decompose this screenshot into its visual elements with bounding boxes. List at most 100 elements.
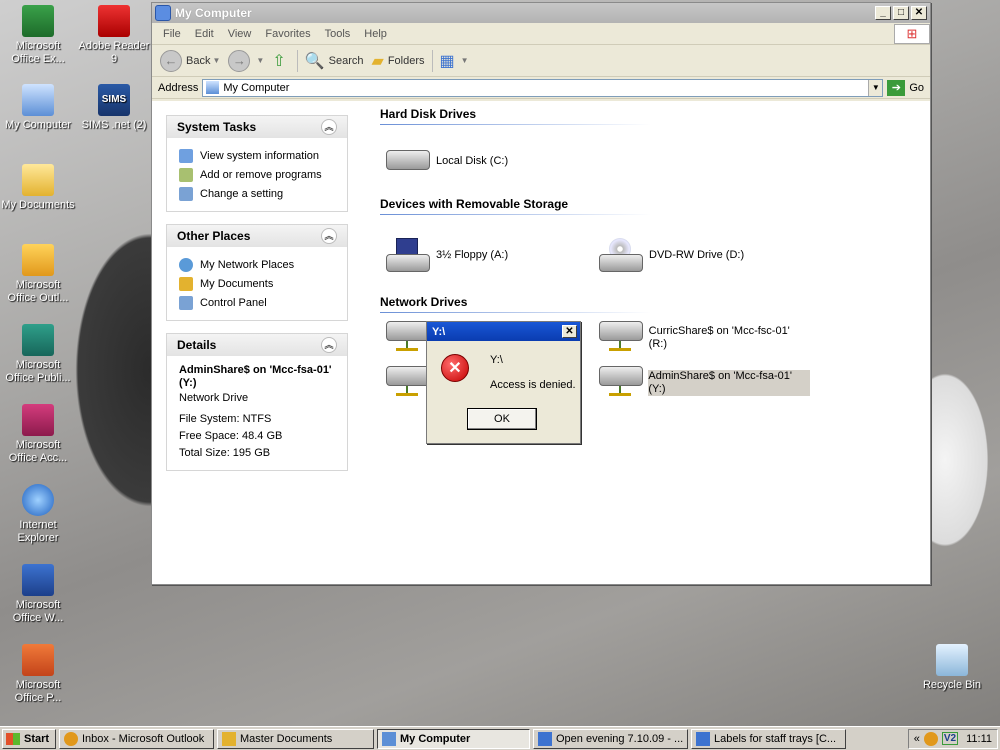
clock[interactable]: 11:11 (966, 733, 992, 745)
drive-dvd-rw-d[interactable]: DVD-RW Drive (D:) (597, 238, 810, 272)
address-dropdown-button[interactable]: ▼ (868, 79, 883, 96)
network-drive-icon (597, 366, 644, 400)
dialog-titlebar[interactable]: Y:\ ✕ (427, 322, 580, 341)
taskbar-button-label: Open evening 7.10.09 - ... (556, 732, 684, 745)
desktop-icon-label: Microsoft Office Publi... (5, 359, 71, 384)
excel-icon (22, 5, 54, 37)
word-icon (22, 564, 54, 596)
collapse-icon[interactable]: ︽ (321, 119, 337, 135)
place-label: My Documents (200, 277, 274, 290)
desktop-icon-my-computer[interactable]: My Computer (0, 84, 76, 132)
windows-flag-icon (6, 732, 20, 745)
views-button[interactable]: ▦ ▼ (436, 49, 473, 73)
drive-curricshare-r[interactable]: CurricShare$ on 'Mcc-fsc-01' (R:) (597, 321, 810, 355)
drive-floppy-a[interactable]: 3½ Floppy (A:) (384, 238, 597, 272)
windows-logo-icon: ⊞ (894, 23, 930, 44)
drive-adminshare-y[interactable]: AdminShare$ on 'Mcc-fsa-01' (Y:) (597, 366, 810, 400)
desktop-icon-powerpoint[interactable]: Microsoft Office P... (0, 644, 76, 705)
menu-tools[interactable]: Tools (318, 28, 358, 40)
task-view-system-info[interactable]: View system information (179, 146, 337, 165)
desktop-icon-excel[interactable]: Microsoft Office Ex... (0, 5, 76, 66)
task-label: Change a setting (200, 187, 284, 200)
maximize-button[interactable]: □ (893, 6, 909, 20)
drive-label: DVD-RW Drive (D:) (649, 248, 745, 261)
details-panel: Details ︽ AdminShare$ on 'Mcc-fsa-01' (Y… (166, 333, 348, 471)
taskbar: Start Inbox - Microsoft Outlook Master D… (0, 726, 1000, 750)
go-label: Go (909, 81, 924, 94)
menu-edit[interactable]: Edit (188, 28, 221, 40)
taskbar-button-labels-staff-trays[interactable]: Labels for staff trays [C... (691, 728, 846, 749)
up-folder-button[interactable]: ⇧ (268, 49, 293, 73)
close-button[interactable]: ✕ (911, 6, 927, 20)
taskbar-button-label: My Computer (400, 732, 471, 745)
desktop-icon-access[interactable]: Microsoft Office Acc... (0, 404, 76, 465)
place-control-panel[interactable]: Control Panel (179, 293, 337, 312)
window-titlebar[interactable]: My Computer _ □ ✕ (152, 3, 930, 23)
address-input[interactable]: My Computer ▼ (202, 78, 884, 97)
up-folder-icon: ⇧ (272, 52, 286, 70)
collapse-icon[interactable]: ︽ (321, 337, 337, 353)
hard-disk-drives-heading: Hard Disk Drives (380, 107, 650, 125)
tray-v2-label[interactable]: V2 (941, 732, 959, 745)
folder-icon (22, 164, 54, 196)
menu-help[interactable]: Help (357, 28, 394, 40)
floppy-drive-icon (384, 238, 432, 272)
desktop-icon-adobe-reader[interactable]: Adobe Reader 9 (76, 5, 152, 66)
other-places-panel: Other Places ︽ My Network Places My Docu… (166, 224, 348, 321)
dialog-close-button[interactable]: ✕ (562, 325, 577, 338)
search-button[interactable]: 🔍 Search (301, 49, 368, 73)
menu-file[interactable]: File (156, 28, 188, 40)
back-arrow-icon: ← (160, 49, 182, 72)
drive-local-disk-c[interactable]: Local Disk (C:) (384, 144, 597, 178)
taskbar-button-open-evening[interactable]: Open evening 7.10.09 - ... (533, 728, 688, 749)
desktop-icon-label: My Computer (4, 119, 72, 131)
chevron-down-icon: ▼ (256, 56, 265, 65)
other-places-title: Other Places (177, 229, 251, 243)
menu-view[interactable]: View (221, 28, 259, 40)
collapse-icon[interactable]: ︽ (321, 228, 337, 244)
taskbar-button-master-documents[interactable]: Master Documents (217, 728, 374, 749)
place-my-documents[interactable]: My Documents (179, 274, 337, 293)
taskbar-button-label: Master Documents (240, 732, 333, 745)
taskbar-button-outlook[interactable]: Inbox - Microsoft Outlook (59, 728, 214, 749)
system-tasks-header[interactable]: System Tasks ︽ (167, 116, 347, 138)
desktop-icon-outlook[interactable]: Microsoft Office Outl... (0, 244, 76, 305)
access-icon (22, 404, 54, 436)
desktop-icon-my-documents[interactable]: My Documents (0, 164, 76, 212)
folders-label: Folders (387, 54, 425, 67)
other-places-header[interactable]: Other Places ︽ (167, 225, 347, 247)
desktop-icon-word[interactable]: Microsoft Office W... (0, 564, 76, 625)
taskbar-button-my-computer[interactable]: My Computer (377, 728, 530, 749)
menu-bar: File Edit View Favorites Tools Help ⊞ (152, 23, 930, 45)
forward-button[interactable]: → ▼ (224, 48, 268, 74)
task-change-setting[interactable]: Change a setting (179, 184, 337, 203)
toolbar-separator (296, 49, 298, 72)
desktop-icon-internet-explorer[interactable]: Internet Explorer (0, 484, 76, 545)
tray-expand-icon[interactable]: « (914, 733, 920, 745)
desktop-icon-publisher[interactable]: Microsoft Office Publi... (0, 324, 76, 385)
menu-favorites[interactable]: Favorites (258, 28, 317, 40)
system-tasks-title: System Tasks (177, 120, 257, 134)
start-button[interactable]: Start (2, 728, 56, 749)
computer-icon (206, 81, 220, 94)
back-button[interactable]: ← Back ▼ (156, 48, 224, 74)
tray-app-icon[interactable] (923, 731, 938, 746)
desktop-icon-sims[interactable]: SIMS SIMS .net (2) (76, 84, 152, 132)
computer-icon (22, 84, 54, 116)
network-drives-heading: Network Drives (380, 295, 650, 313)
details-header[interactable]: Details ︽ (167, 334, 347, 356)
minimize-button[interactable]: _ (875, 6, 891, 20)
go-button[interactable]: ➔ Go (887, 79, 924, 96)
outlook-icon (22, 244, 54, 276)
desktop-icon-recycle-bin[interactable]: Recycle Bin (914, 644, 990, 692)
place-my-network-places[interactable]: My Network Places (179, 255, 337, 274)
task-label: Add or remove programs (200, 168, 322, 181)
toolbar-separator (431, 49, 433, 72)
system-info-icon (179, 148, 193, 163)
task-add-remove-programs[interactable]: Add or remove programs (179, 165, 337, 184)
ok-button[interactable]: OK (467, 408, 537, 430)
network-places-icon (179, 257, 193, 272)
dialog-title: Y:\ (432, 325, 446, 338)
chevron-down-icon: ▼ (212, 56, 221, 65)
folders-button[interactable]: ▰ Folders (368, 49, 429, 73)
